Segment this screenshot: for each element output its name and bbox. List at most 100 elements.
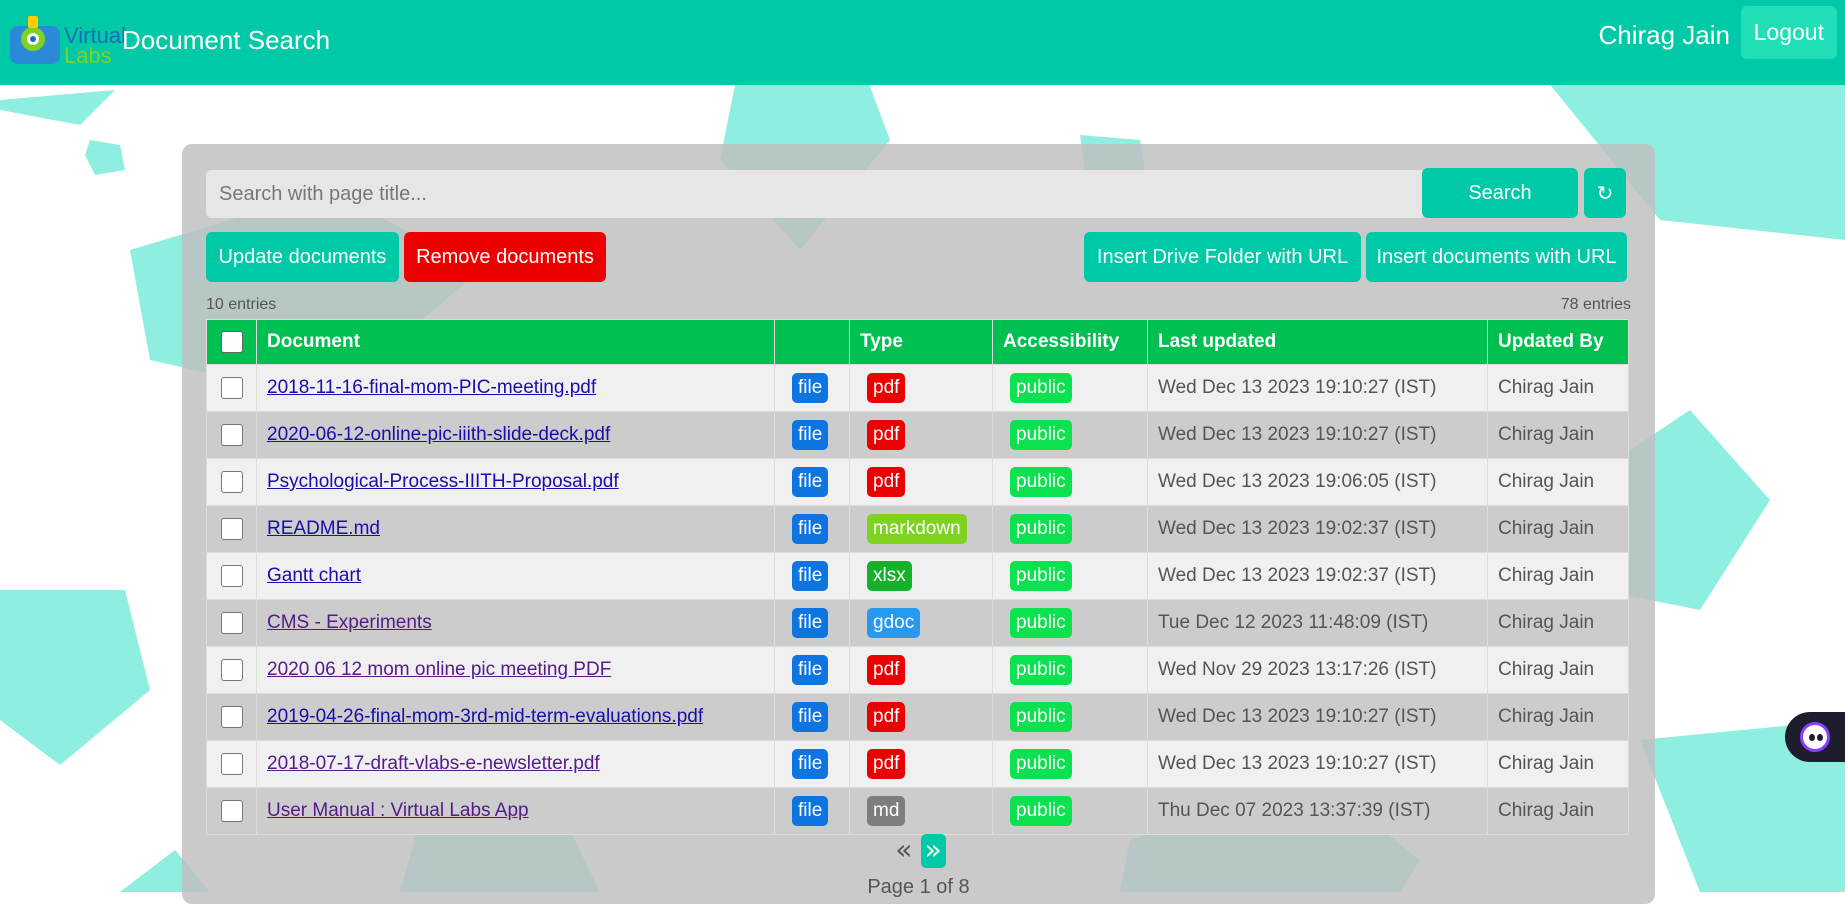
column-header-accessibility[interactable]: Accessibility xyxy=(992,319,1148,365)
row-checkbox[interactable] xyxy=(220,517,243,540)
access-badge: public xyxy=(1010,420,1072,450)
row-checkbox[interactable] xyxy=(220,799,243,822)
row-checkbox[interactable] xyxy=(220,470,243,493)
type-badge: md xyxy=(867,796,906,826)
document-link[interactable]: CMS - Experiments xyxy=(267,612,432,633)
table-row: Gantt chart file xlsx public Wed Dec 13 … xyxy=(206,552,1629,600)
column-header-type[interactable]: Type xyxy=(849,319,993,365)
entries-shown: 10 entries xyxy=(206,296,277,313)
refresh-button[interactable]: ↻ xyxy=(1584,168,1626,218)
page-info: Page 1 of 8 xyxy=(867,876,970,898)
access-badge: public xyxy=(1010,467,1072,497)
insert-documents-button[interactable]: Insert documents with URL xyxy=(1366,232,1627,282)
updated-by-cell: Chirag Jain xyxy=(1487,364,1629,412)
access-badge: public xyxy=(1010,702,1072,732)
flask-icon xyxy=(10,16,60,64)
entries-total: 78 entries xyxy=(1560,296,1631,313)
table-row: 2020-06-12-online-pic-iiith-slide-deck.p… xyxy=(206,411,1629,459)
kind-badge: file xyxy=(792,514,829,544)
updated-by-cell: Chirag Jain xyxy=(1487,505,1629,553)
select-all-checkbox[interactable] xyxy=(220,330,243,353)
updated-by-cell: Chirag Jain xyxy=(1487,411,1629,459)
column-header-document[interactable]: Document xyxy=(256,319,775,365)
update-documents-button[interactable]: Update documents xyxy=(206,232,399,282)
kind-badge: file xyxy=(792,655,829,685)
app-title: Document Search xyxy=(122,25,331,55)
insert-drive-folder-button[interactable]: Insert Drive Folder with URL xyxy=(1084,232,1361,282)
last-updated-cell: Wed Dec 13 2023 19:06:05 (IST) xyxy=(1147,458,1488,506)
document-link[interactable]: Psychological-Process-IIITH-Proposal.pdf xyxy=(267,471,619,492)
document-link[interactable]: 2019-04-26-final-mom-3rd-mid-term-evalua… xyxy=(267,706,703,727)
row-checkbox[interactable] xyxy=(220,658,243,681)
virtual-labs-logo[interactable]: Virtual Labs xyxy=(8,12,126,68)
table-row: README.md file markdown public Wed Dec 1… xyxy=(206,505,1629,553)
table-row: 2018-11-16-final-mom-PIC-meeting.pdf fil… xyxy=(206,364,1629,412)
logo-text: Virtual Labs xyxy=(64,25,126,68)
document-link[interactable]: 2018-11-16-final-mom-PIC-meeting.pdf xyxy=(267,377,596,398)
remove-documents-button[interactable]: Remove documents xyxy=(404,232,606,282)
top-navbar: Virtual Labs Document Search Chirag Jain… xyxy=(0,0,1845,85)
kind-badge: file xyxy=(792,749,829,779)
document-link[interactable]: README.md xyxy=(267,518,380,539)
refresh-icon: ↻ xyxy=(1596,181,1614,205)
document-link[interactable]: 2020 06 12 mom online pic meeting PDF xyxy=(267,659,611,680)
type-badge: pdf xyxy=(867,749,906,779)
type-badge: xlsx xyxy=(867,561,912,591)
kind-badge: file xyxy=(792,373,829,403)
access-badge: public xyxy=(1010,514,1072,544)
type-badge: gdoc xyxy=(867,608,921,638)
document-search-panel: Search ↻ Update documents Remove documen… xyxy=(182,144,1655,904)
logout-button[interactable]: Logout xyxy=(1740,6,1837,59)
kind-badge: file xyxy=(792,796,829,826)
last-updated-cell: Wed Nov 29 2023 13:17:26 (IST) xyxy=(1147,646,1488,694)
table-row: CMS - Experiments file gdoc public Tue D… xyxy=(206,599,1629,647)
table-row: 2018-07-17-draft-vlabs-e-newsletter.pdf … xyxy=(206,740,1629,788)
row-checkbox[interactable] xyxy=(220,611,243,634)
kind-badge: file xyxy=(792,467,829,497)
table-row: Psychological-Process-IIITH-Proposal.pdf… xyxy=(206,458,1629,506)
logo-line2: Labs xyxy=(64,43,112,68)
type-badge: pdf xyxy=(867,420,906,450)
last-updated-cell: Wed Dec 13 2023 19:10:27 (IST) xyxy=(1147,693,1488,741)
last-updated-cell: Wed Dec 13 2023 19:10:27 (IST) xyxy=(1147,740,1488,788)
type-badge: pdf xyxy=(867,702,906,732)
row-checkbox[interactable] xyxy=(220,752,243,775)
last-updated-cell: Wed Dec 13 2023 19:10:27 (IST) xyxy=(1147,364,1488,412)
pagination: « » xyxy=(182,834,1655,868)
column-header-last-updated[interactable]: Last updated xyxy=(1147,319,1488,365)
updated-by-cell: Chirag Jain xyxy=(1487,552,1629,600)
access-badge: public xyxy=(1010,561,1072,591)
previous-page-button[interactable]: « xyxy=(891,834,916,868)
search-input[interactable] xyxy=(206,170,1426,218)
document-link[interactable]: 2018-07-17-draft-vlabs-e-newsletter.pdf xyxy=(267,753,600,774)
row-checkbox[interactable] xyxy=(220,564,243,587)
updated-by-cell: Chirag Jain xyxy=(1487,740,1629,788)
table-header-row: Document Type Accessibility Last updated… xyxy=(206,319,1629,365)
type-badge: pdf xyxy=(867,373,906,403)
access-badge: public xyxy=(1010,796,1072,826)
document-link[interactable]: 2020-06-12-online-pic-iiith-slide-deck.p… xyxy=(267,424,610,445)
last-updated-cell: Tue Dec 12 2023 11:48:09 (IST) xyxy=(1147,599,1488,647)
updated-by-cell: Chirag Jain xyxy=(1487,787,1629,835)
select-all-cell xyxy=(206,319,257,365)
search-button[interactable]: Search xyxy=(1422,168,1578,218)
access-badge: public xyxy=(1010,655,1072,685)
row-checkbox[interactable] xyxy=(220,423,243,446)
row-checkbox[interactable] xyxy=(220,376,243,399)
document-link[interactable]: User Manual : Virtual Labs App xyxy=(267,800,529,821)
updated-by-cell: Chirag Jain xyxy=(1487,646,1629,694)
access-badge: public xyxy=(1010,608,1072,638)
kind-badge: file xyxy=(792,608,829,638)
table-row: 2020 06 12 mom online pic meeting PDF fi… xyxy=(206,646,1629,694)
last-updated-cell: Wed Dec 13 2023 19:02:37 (IST) xyxy=(1147,505,1488,553)
next-page-button[interactable]: » xyxy=(920,834,946,868)
kind-badge: file xyxy=(792,420,829,450)
chatbot-icon xyxy=(1800,722,1830,752)
chatbot-button[interactable] xyxy=(1785,712,1845,762)
row-checkbox[interactable] xyxy=(220,705,243,728)
column-header-updated-by[interactable]: Updated By xyxy=(1487,319,1629,365)
last-updated-cell: Wed Dec 13 2023 19:10:27 (IST) xyxy=(1147,411,1488,459)
table-row: User Manual : Virtual Labs App file md p… xyxy=(206,787,1629,835)
column-header-kind xyxy=(774,319,850,365)
document-link[interactable]: Gantt chart xyxy=(267,565,361,586)
